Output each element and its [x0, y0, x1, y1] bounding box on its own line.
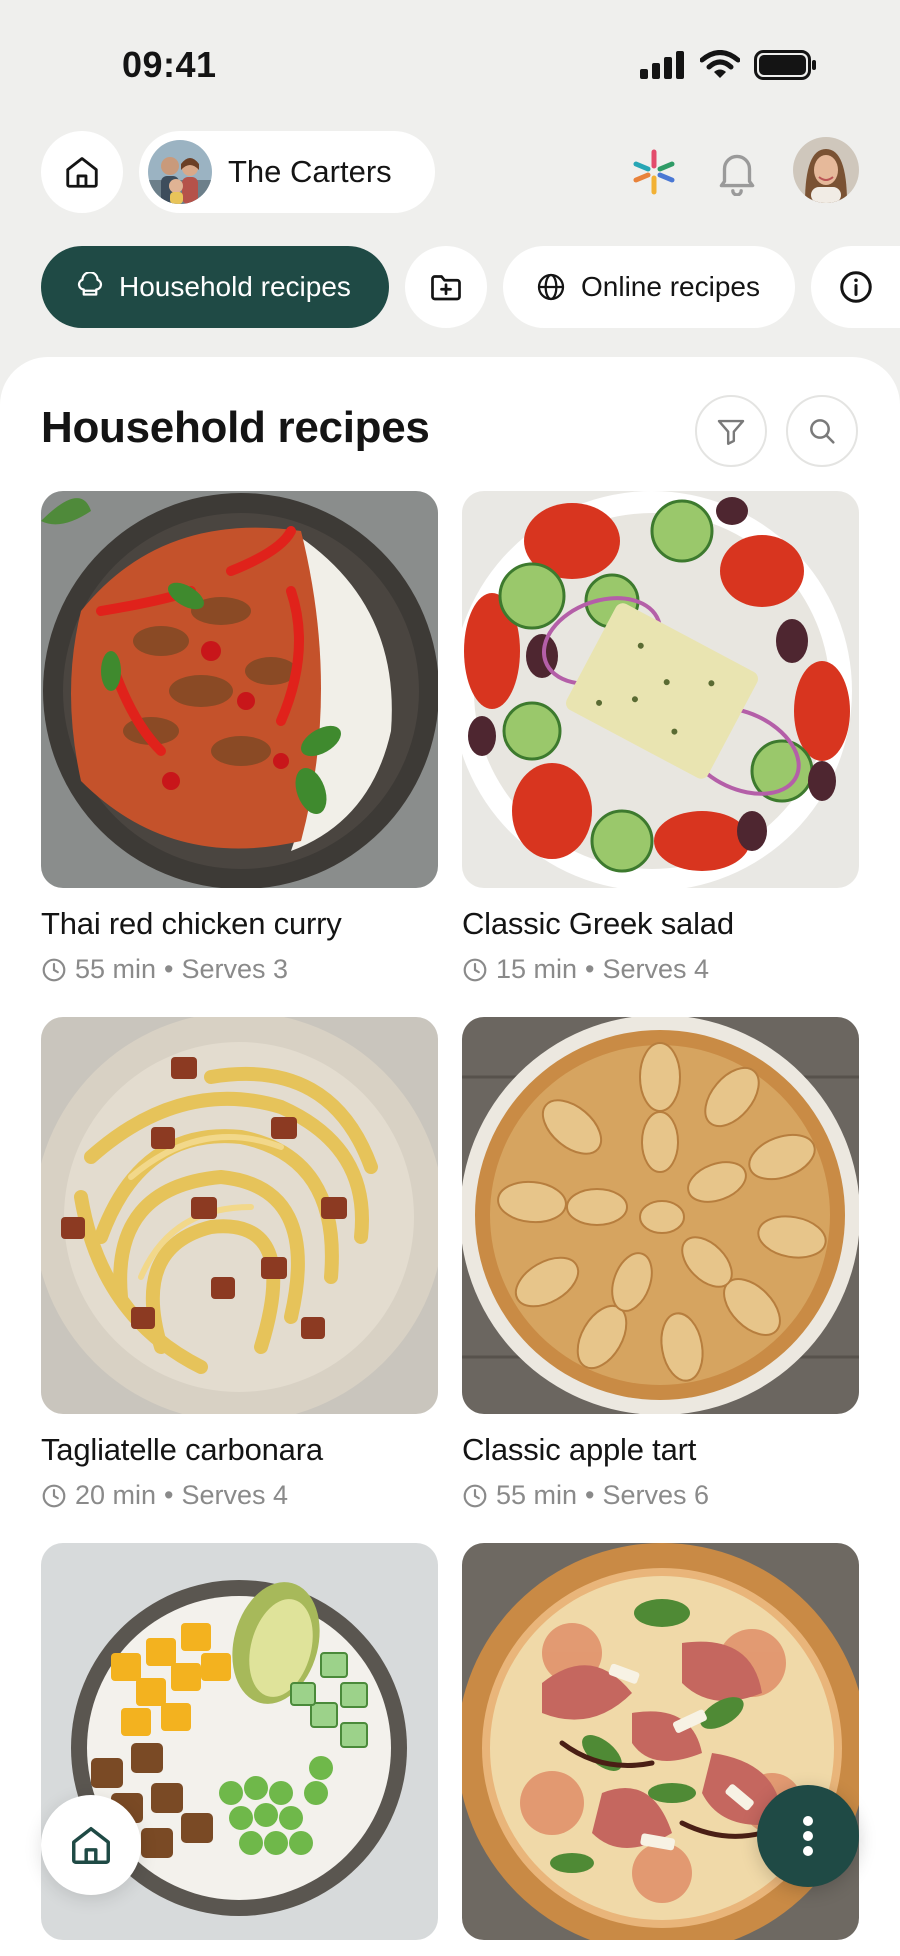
- status-bar: 09:41: [0, 0, 900, 120]
- home-fab[interactable]: [41, 1795, 141, 1895]
- recipe-meta: 55 min • Serves 3: [41, 954, 438, 985]
- recipe-time: 55 min: [75, 954, 157, 984]
- status-icons: [640, 50, 818, 80]
- recipe-image-curry: [41, 491, 438, 888]
- recipe-time: 20 min: [75, 1480, 157, 1510]
- globe-icon: [537, 273, 565, 301]
- recipe-time: 15 min: [496, 954, 578, 984]
- recipe-card[interactable]: Classic apple tart 55 min • Serves 6: [462, 1017, 859, 1511]
- recipe-title: Classic Greek salad: [462, 906, 734, 941]
- bell-icon: [719, 154, 755, 197]
- cellular-signal-icon: [640, 51, 684, 79]
- page-title: Household recipes: [41, 403, 430, 452]
- recipe-card[interactable]: Thai red chicken curry 55 min • Serves 3: [41, 491, 438, 985]
- battery-icon: [754, 50, 816, 80]
- recipe-title: Classic apple tart: [462, 1432, 697, 1467]
- meta-separator: •: [164, 954, 174, 984]
- home-icon: [66, 157, 98, 188]
- family-photo: [148, 140, 212, 204]
- recipe-image-apple-tart: [462, 1017, 859, 1414]
- recipe-serves: Serves 3: [181, 954, 289, 984]
- add-folder-button[interactable]: [405, 246, 487, 328]
- recipe-serves: Serves 4: [181, 1480, 289, 1510]
- recipe-card[interactable]: Classic Greek salad 15 min • Serves 4: [462, 491, 859, 985]
- recipe-meta: 55 min • Serves 6: [462, 1480, 859, 1511]
- more-options-button[interactable]: [757, 1785, 859, 1887]
- more-vertical-icon: [803, 1816, 813, 1856]
- search-icon: [810, 419, 835, 444]
- clock-icon: [463, 958, 487, 981]
- info-icon: [839, 271, 872, 303]
- clock-icon: [463, 1484, 487, 1507]
- recipe-card[interactable]: Tagliatelle carbonara 20 min • Serves 4: [41, 1017, 438, 1511]
- clock-icon: [42, 958, 66, 981]
- home-button[interactable]: [41, 131, 123, 213]
- tab-household-label: Household recipes: [119, 271, 351, 302]
- recipe-title: Tagliatelle carbonara: [41, 1432, 323, 1467]
- info-button[interactable]: [811, 246, 900, 328]
- sparkle-icon: [633, 149, 675, 195]
- recipe-image-carbonara: [41, 1017, 438, 1414]
- recipe-image-greek-salad: [462, 491, 859, 888]
- household-name: The Carters: [228, 154, 392, 189]
- meta-separator: •: [585, 954, 595, 984]
- clock-icon: [42, 1484, 66, 1507]
- wifi-icon: [700, 50, 740, 78]
- assistant-button[interactable]: [628, 146, 680, 198]
- recipe-meta: 15 min • Serves 4: [462, 954, 859, 985]
- filter-icon: [717, 419, 745, 445]
- tab-online-label: Online recipes: [581, 271, 760, 302]
- recipe-title: Thai red chicken curry: [41, 906, 342, 941]
- recipe-time: 55 min: [496, 1480, 578, 1510]
- avatar[interactable]: [793, 137, 859, 203]
- meta-separator: •: [585, 1480, 595, 1510]
- home-icon: [72, 1826, 110, 1864]
- folder-plus-icon: [431, 275, 461, 301]
- recipe-meta: 20 min • Serves 4: [41, 1480, 438, 1511]
- meta-separator: •: [164, 1480, 174, 1510]
- recipe-serves: Serves 6: [602, 1480, 710, 1510]
- recipes-sheet: Household recipes Thai red chicken curry…: [0, 357, 900, 1956]
- filter-button[interactable]: [695, 395, 767, 467]
- tab-household-recipes[interactable]: Household recipes: [41, 246, 389, 328]
- chef-hat-icon: [77, 272, 103, 296]
- tab-online-recipes[interactable]: Online recipes: [503, 246, 795, 328]
- household-switcher[interactable]: The Carters: [139, 131, 435, 213]
- search-button[interactable]: [786, 395, 858, 467]
- notifications-button[interactable]: [712, 146, 762, 197]
- recipe-serves: Serves 4: [602, 954, 710, 984]
- status-time: 09:41: [122, 44, 217, 85]
